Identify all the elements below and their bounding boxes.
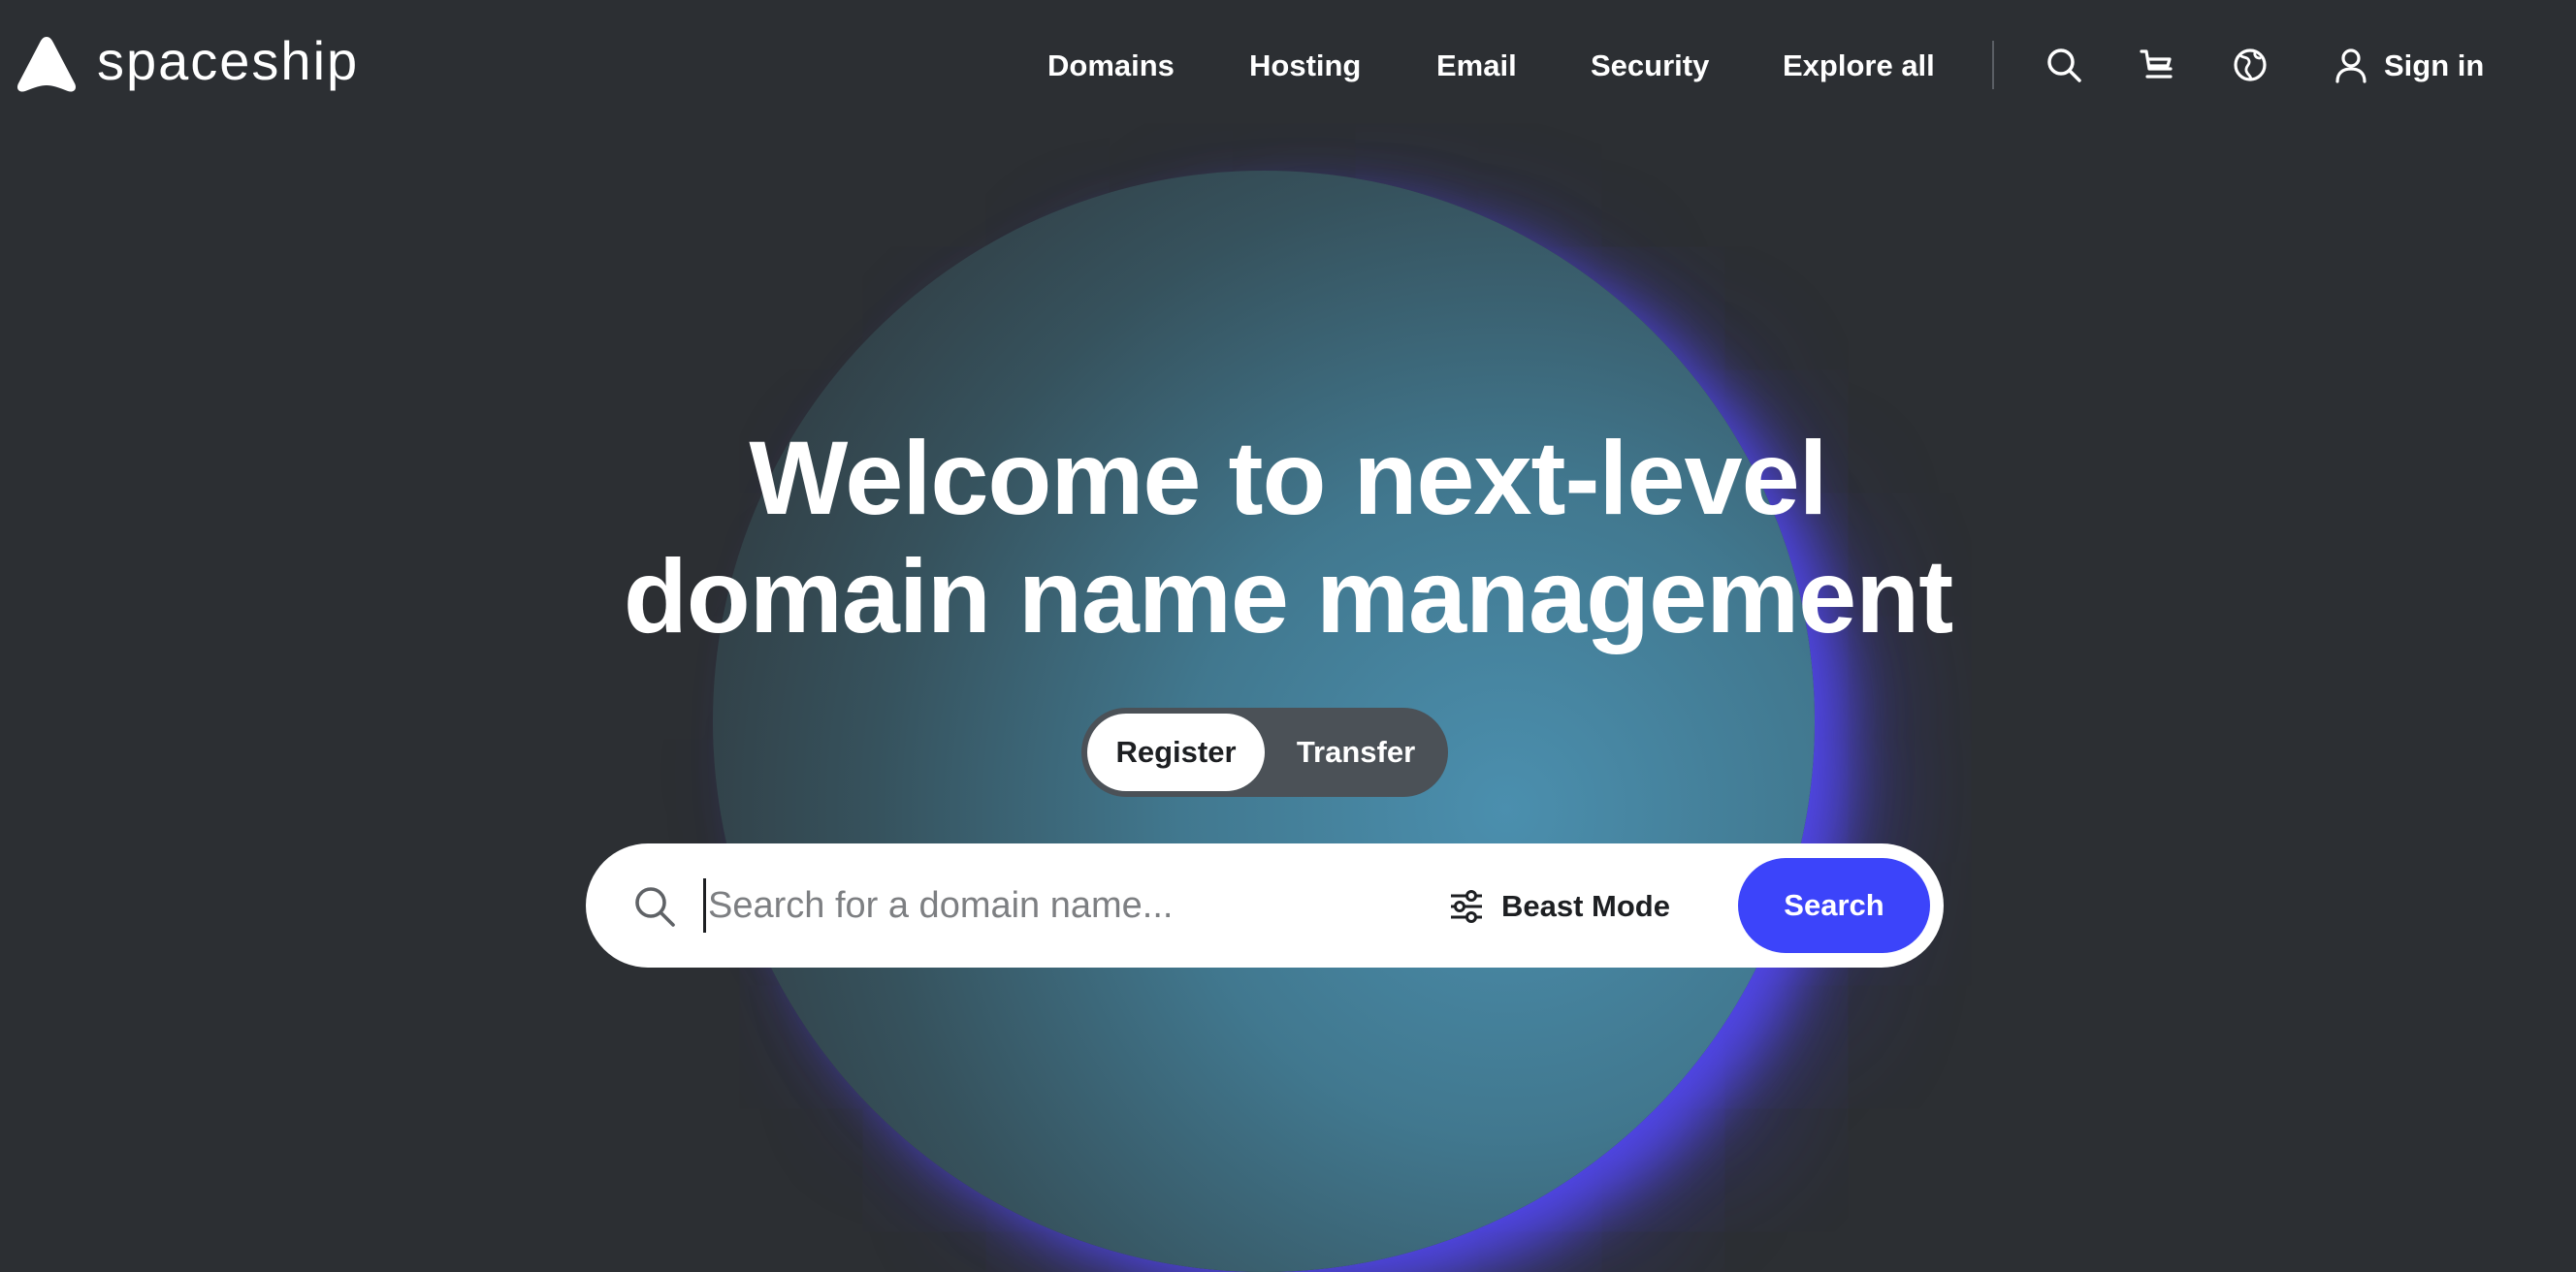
nav-search-button[interactable] [2045,46,2083,84]
domain-search-icon-wrap [632,884,677,929]
brand-logo[interactable]: spaceship [16,30,360,93]
brand-name: spaceship [97,30,360,91]
register-transfer-toggle: Register Transfer [1081,708,1448,797]
beast-mode-button[interactable]: Beast Mode [1449,882,1670,931]
sliders-icon [1451,890,1482,923]
nav-divider [1992,41,1994,89]
rocket-triangle-icon [16,37,77,92]
hero-title-line-2: domain name management [623,537,1953,654]
domain-search-bar: Beast Mode Search [586,843,1944,968]
nav-link-hosting[interactable]: Hosting [1249,47,1361,85]
text-caret [703,878,706,933]
hero-title: Welcome to next-level domain name manage… [318,419,2258,655]
register-tab[interactable]: Register [1087,714,1265,791]
nav-link-domains[interactable]: Domains [1047,47,1175,85]
globe-icon [2234,48,2267,81]
top-navigation: spaceship Domains Hosting Email Security… [0,0,2576,132]
search-icon [635,887,675,927]
hero-title-line-1: Welcome to next-level [749,419,1827,536]
nav-link-email[interactable]: Email [1436,47,1517,85]
transfer-tab[interactable]: Transfer [1269,714,1443,791]
nav-link-security[interactable]: Security [1591,47,1709,85]
domain-search-input[interactable] [700,873,1387,938]
nav-cart-button[interactable] [2138,46,2176,84]
nav-user-icon-wrap[interactable] [2332,46,2370,84]
search-button[interactable]: Search [1738,858,1930,953]
search-icon [2047,48,2081,82]
beast-mode-label: Beast Mode [1501,889,1670,923]
nav-link-explore-all[interactable]: Explore all [1783,47,1935,85]
nav-language-button[interactable] [2231,46,2270,84]
sign-in-link[interactable]: Sign in [2384,47,2484,85]
user-icon [2335,48,2367,83]
cart-icon [2140,49,2173,79]
